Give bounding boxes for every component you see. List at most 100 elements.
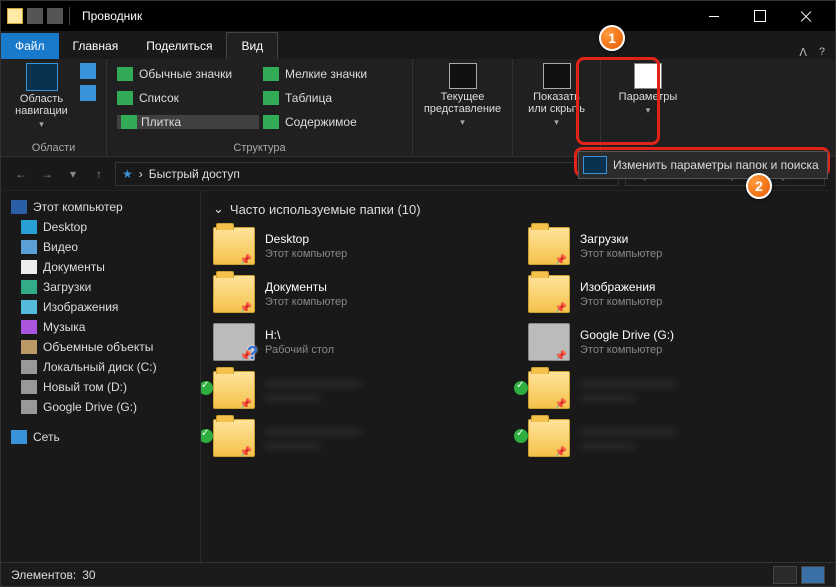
item-location: ————— [265,392,361,404]
callout-badge-2: 2 [746,173,772,199]
tree-item[interactable]: Загрузки [5,277,196,297]
navigation-pane-button[interactable]: Область навигации ▾ [11,63,72,130]
qat-button[interactable] [47,8,63,24]
item-name: Desktop [265,232,347,246]
forward-button[interactable]: → [37,164,57,184]
folder-item[interactable]: 📌————————————— [528,419,823,457]
layout-tiles[interactable]: Плитка [117,115,259,129]
tree-item[interactable]: Музыка [5,317,196,337]
ribbon-group-show-hide: Показать или скрыть ▾ [513,59,601,156]
item-name: ———————— [580,376,676,390]
layout-medium-icons[interactable]: Обычные значки [139,67,259,81]
pin-icon: 📌 [240,399,252,410]
tree-item[interactable]: Desktop [5,217,196,237]
quick-access-icon: ★ [122,167,133,181]
tree-item[interactable]: Google Drive (G:) [5,397,196,417]
callout-badge-1: 1 [599,25,625,51]
layout-content[interactable]: Содержимое [285,115,405,129]
tiles-view-button[interactable] [801,566,825,584]
item-location: Этот компьютер [580,344,674,356]
window-controls [691,1,829,31]
folder-icon: 📌 [213,227,255,265]
folder-item[interactable]: 📌ИзображенияЭтот компьютер [528,275,823,313]
section-header[interactable]: ⌄ Часто используемые папки (10) [213,201,823,217]
item-location: ————— [580,392,676,404]
help-icon[interactable]: ? [819,46,825,59]
sync-check-icon [514,381,528,395]
folder-item[interactable]: 📌————————————— [213,419,508,457]
folder-icon: 📌 [528,371,570,409]
tree-item[interactable]: Видео [5,237,196,257]
sync-check-icon [201,381,213,395]
folder-item[interactable]: 📌Google Drive (G:)Этот компьютер [528,323,823,361]
drive-icon: 📌 [528,323,570,361]
item-location: ————— [580,440,676,452]
pin-icon: 📌 [555,351,567,362]
details-view-button[interactable] [773,566,797,584]
breadcrumb[interactable]: ★ › Быстрый доступ ⌄ ↻ [115,162,619,186]
item-location: Этот компьютер [580,296,662,308]
options-menu-item[interactable]: Изменить параметры папок и поиска [578,151,828,179]
qat-button[interactable] [27,8,43,24]
recent-locations-button[interactable]: ▾ [63,164,83,184]
folder-item[interactable]: 📌ДокументыЭтот компьютер [213,275,508,313]
preview-pane-button[interactable] [80,63,96,79]
layout-list[interactable]: Список [139,91,259,105]
chevron-down-icon: ▾ [460,117,465,128]
tree-item[interactable]: Объемные объекты [5,337,196,357]
ribbon: Область навигации ▾ Области Обычные знач… [1,59,835,157]
status-bar: Элементов: 30 [1,562,835,586]
quick-access-toolbar [27,8,63,24]
folder-item[interactable]: 📌H:\Рабочий стол [213,323,508,361]
current-view-button[interactable]: Текущее представление ▾ [423,63,502,128]
layout-icon [117,67,133,81]
folder-icon: 📌 [213,371,255,409]
item-name: H:\ [265,328,334,342]
pin-icon: 📌 [555,399,567,410]
show-hide-button[interactable]: Показать или скрыть ▾ [523,63,590,128]
folder-item[interactable]: 📌————————————— [213,371,508,409]
folder-item[interactable]: 📌ЗагрузкиЭтот компьютер [528,227,823,265]
pin-icon: 📌 [555,447,567,458]
divider [69,7,70,25]
details-pane-button[interactable] [80,85,96,101]
maximize-button[interactable] [737,1,783,31]
status-elements-count: 30 [82,568,95,582]
back-button[interactable]: ← [11,164,31,184]
minimize-button[interactable] [691,1,737,31]
pin-icon: 📌 [240,447,252,458]
folder-icon: 📌 [528,419,570,457]
drive-icon: 📌 [213,323,255,361]
pin-icon: 📌 [240,255,252,266]
sync-check-icon [201,429,213,443]
chevron-down-icon: ▾ [554,117,559,128]
tree-item[interactable]: Изображения [5,297,196,317]
window-title: Проводник [82,9,142,23]
item-name: ———————— [265,424,361,438]
tree-network[interactable]: Сеть [5,427,196,447]
folder-item[interactable]: 📌 Desktop Этот компьютер [213,227,508,265]
item-name: Загрузки [580,232,662,246]
tab-share[interactable]: Поделиться [132,33,226,59]
tab-home[interactable]: Главная [59,33,133,59]
tab-view[interactable]: Вид [226,32,278,59]
tree-item[interactable]: Локальный диск (C:) [5,357,196,377]
folder-item[interactable]: 📌————————————— [528,371,823,409]
collapse-ribbon-icon[interactable]: ᐱ [799,46,807,59]
close-button[interactable] [783,1,829,31]
folder-icon: 📌 [213,419,255,457]
up-button[interactable]: ↑ [89,164,109,184]
layout-small-icons[interactable]: Мелкие значки [285,67,405,81]
body: Этот компьютер Desktop Видео Документы З… [1,191,835,562]
tree-this-pc[interactable]: Этот компьютер [5,197,196,217]
status-elements-label: Элементов: [11,568,76,582]
tree-item[interactable]: Новый том (D:) [5,377,196,397]
ribbon-group-current-view: Текущее представление ▾ [413,59,513,156]
item-location: Этот компьютер [265,248,347,260]
layout-details[interactable]: Таблица [285,91,405,105]
tab-file[interactable]: Файл [1,33,59,59]
breadcrumb-segment[interactable]: Быстрый доступ [149,167,240,181]
options-button[interactable]: Параметры ▾ [619,63,678,116]
tree-item[interactable]: Документы [5,257,196,277]
ribbon-group-layout: Обычные значки Мелкие значки Список Табл… [107,59,413,156]
